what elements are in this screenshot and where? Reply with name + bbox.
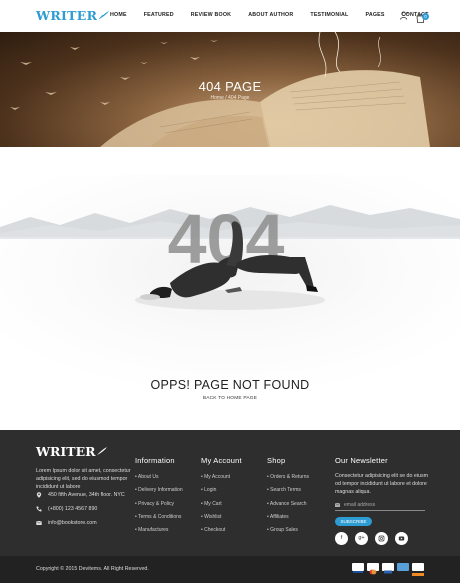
user-icon[interactable] bbox=[400, 11, 409, 20]
footer-link[interactable]: Delivery Information bbox=[135, 487, 182, 493]
location-pin-icon bbox=[36, 492, 42, 498]
paypal-icon bbox=[382, 563, 394, 574]
footer-link[interactable]: Orders & Returns bbox=[267, 474, 309, 480]
envelope-icon bbox=[335, 503, 340, 508]
page-banner: 404 PAGE Home / 404 Page bbox=[0, 32, 460, 147]
site-logo[interactable]: WRITER bbox=[36, 8, 110, 23]
footer-col-information: Information About Us Delivery Informatio… bbox=[135, 456, 183, 540]
footer-newsletter: Our Newsletter Consectetur adipisicing e… bbox=[335, 456, 430, 527]
payment-icons bbox=[352, 563, 424, 576]
nav-review-book[interactable]: REVIEW BOOK bbox=[191, 12, 231, 18]
nav-about-author[interactable]: ABOUT AUTHOR bbox=[248, 12, 293, 18]
amex-icon bbox=[397, 563, 409, 571]
phone-icon bbox=[36, 506, 42, 512]
footer-link[interactable]: Manufactures bbox=[135, 527, 183, 533]
quill-icon bbox=[99, 11, 110, 20]
visa-icon bbox=[352, 563, 364, 573]
footer-link[interactable]: Terms & Conditions bbox=[135, 514, 183, 520]
footer-link[interactable]: Search Terms bbox=[267, 487, 309, 493]
nav-featured[interactable]: FEATURED bbox=[144, 12, 174, 18]
footer-link[interactable]: My Cart bbox=[201, 501, 242, 507]
nav-pages[interactable]: PAGES bbox=[366, 12, 385, 18]
footer-col-title: Information bbox=[135, 456, 175, 465]
footer-email[interactable]: info@bookstore.com bbox=[36, 520, 97, 526]
subscribe-button[interactable]: SUBSCRIBE bbox=[335, 517, 372, 527]
footer-link[interactable]: Advance Search bbox=[267, 501, 309, 507]
site-footer: WRITER Lorem Ipsum dolor sit amet, conse… bbox=[0, 430, 460, 583]
error-illustration: 404 bbox=[0, 175, 460, 385]
facebook-icon[interactable]: f bbox=[335, 532, 348, 545]
youtube-icon[interactable] bbox=[395, 532, 408, 545]
main-nav: HOME FEATURED REVIEW BOOK ABOUT AUTHOR T… bbox=[110, 12, 446, 18]
footer-col-my-account: My Account My Account Login My Cart Wish… bbox=[201, 456, 242, 540]
error-section: 404 OPPS! PAGE NOT FOUND BACK TO HOME PA… bbox=[0, 147, 460, 430]
header-icons: 0 bbox=[400, 10, 429, 23]
footer-address: 450 fifth Avenue, 34th floor. NYC bbox=[36, 492, 125, 498]
error-title: OPPS! PAGE NOT FOUND bbox=[150, 378, 310, 392]
back-home-link[interactable]: BACK TO HOME PAGE bbox=[0, 396, 460, 401]
social-links: f g+ bbox=[335, 532, 408, 545]
footer-link[interactable]: About Us bbox=[135, 474, 183, 480]
footer-link[interactable]: Wishlist bbox=[201, 514, 242, 520]
footer-logo[interactable]: WRITER bbox=[36, 444, 108, 459]
newsletter-email-input[interactable]: email address bbox=[335, 502, 425, 512]
cart-button[interactable]: 0 bbox=[416, 10, 429, 23]
copyright-text: Copyright © 2015 Devitems. All Right Res… bbox=[36, 566, 149, 572]
site-header: WRITER HOME FEATURED REVIEW BOOK ABOUT A… bbox=[0, 0, 460, 32]
footer-bottom-bar: Copyright © 2015 Devitems. All Right Res… bbox=[0, 556, 460, 583]
footer-link[interactable]: Group Sales bbox=[267, 527, 309, 533]
footer-link[interactable]: Privacy & Policy bbox=[135, 501, 183, 507]
footer-col-title: My Account bbox=[201, 456, 242, 465]
footer-link[interactable]: Login bbox=[201, 487, 242, 493]
footer-col-title: Shop bbox=[267, 456, 286, 465]
quill-icon bbox=[96, 447, 107, 455]
mastercard-icon bbox=[367, 563, 379, 575]
footer-link[interactable]: Checkout bbox=[201, 527, 242, 533]
breadcrumb[interactable]: Home / 404 Page bbox=[0, 95, 460, 101]
footer-col-shop: Shop Orders & Returns Search Terms Advan… bbox=[267, 456, 309, 540]
newsletter-title: Our Newsletter bbox=[335, 456, 388, 465]
instagram-icon[interactable] bbox=[375, 532, 388, 545]
cart-count-badge: 0 bbox=[422, 13, 429, 20]
discover-icon bbox=[412, 563, 424, 576]
nav-home[interactable]: HOME bbox=[110, 12, 127, 18]
page-title: 404 PAGE bbox=[198, 79, 262, 94]
footer-about: Lorem Ipsum dolor sit amet, consectetur … bbox=[36, 468, 131, 490]
footer-link[interactable]: Affiliates bbox=[267, 514, 309, 520]
google-plus-icon[interactable]: g+ bbox=[355, 532, 368, 545]
footer-link[interactable]: My Account bbox=[201, 474, 242, 480]
envelope-icon bbox=[36, 520, 42, 525]
footer-phone: (+800) 123 4567 890 bbox=[36, 506, 97, 512]
nav-testimonial[interactable]: TESTIMONIAL bbox=[310, 12, 348, 18]
newsletter-text: Consectetur adipisicing elit se do eiusm… bbox=[335, 473, 429, 495]
